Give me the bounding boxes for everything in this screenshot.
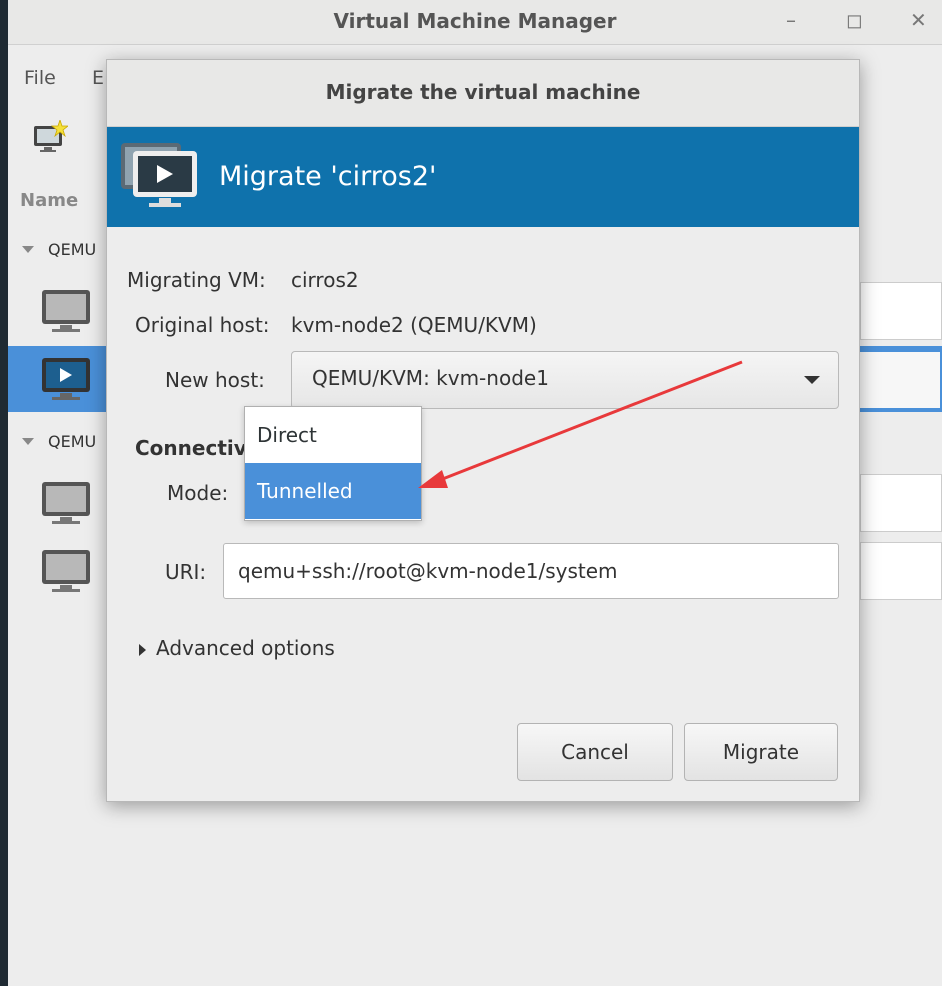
expander-down-icon[interactable] (22, 438, 34, 445)
new-host-label: New host: (165, 368, 265, 392)
connectivity-heading: Connectiv (135, 436, 247, 460)
column-header-name[interactable]: Name (20, 190, 78, 211)
menu-file[interactable]: File (24, 67, 56, 89)
uri-field[interactable] (223, 543, 839, 599)
connection-label: QEMU (48, 240, 97, 259)
dialog-titlebar: Migrate the virtual machine (107, 60, 859, 127)
original-host-value: kvm-node2 (QEMU/KVM) (291, 313, 537, 337)
mode-option-tunnelled[interactable]: Tunnelled (245, 463, 421, 519)
new-host-combobox[interactable]: QEMU/KVM: kvm-node1 (291, 351, 839, 409)
dialog-title: Migrate the virtual machine (325, 80, 641, 104)
mode-dropdown-popup: Direct Tunnelled (244, 406, 422, 521)
mode-option-label: Tunnelled (257, 479, 353, 503)
migrating-vm-value: cirros2 (291, 268, 359, 292)
migrate-dialog: Migrate the virtual machine Migrate 'cir… (106, 59, 860, 802)
new-vm-icon[interactable] (32, 120, 68, 156)
menu-edit[interactable]: E (92, 67, 104, 89)
desktop-edge (0, 0, 8, 986)
running-vm-icon (42, 358, 90, 400)
close-icon[interactable]: ✕ (910, 8, 927, 32)
vm-status-area (860, 474, 942, 532)
window-title: Virtual Machine Manager (333, 9, 617, 33)
expander-down-icon[interactable] (22, 246, 34, 253)
cancel-button[interactable]: Cancel (517, 723, 673, 781)
expander-right-icon (139, 643, 146, 656)
connection-label: QEMU (48, 432, 97, 451)
mode-option-label: Direct (257, 423, 317, 447)
monitor-icon (42, 550, 90, 592)
banner-heading: Migrate 'cirros2' (219, 161, 437, 192)
uri-input[interactable] (224, 544, 838, 598)
migrate-button[interactable]: Migrate (684, 723, 838, 781)
monitor-icon (42, 482, 90, 524)
original-host-label: Original host: (135, 313, 270, 337)
advanced-options-expander[interactable]: Advanced options (139, 636, 335, 660)
dialog-banner: Migrate 'cirros2' (107, 127, 859, 227)
vm-status-area (858, 350, 942, 410)
uri-label: URI: (165, 560, 207, 584)
vm-status-area (860, 542, 942, 600)
mode-option-direct[interactable]: Direct (245, 407, 421, 463)
vm-migrate-icon (121, 143, 197, 207)
monitor-icon (42, 290, 90, 332)
maximize-icon[interactable]: ◻ (846, 8, 863, 32)
dropdown-arrow-icon (804, 376, 820, 384)
minimize-icon[interactable]: – (786, 8, 796, 32)
vm-status-area (860, 282, 942, 340)
advanced-options-label: Advanced options (156, 636, 335, 660)
new-host-selected: QEMU/KVM: kvm-node1 (312, 366, 549, 390)
main-titlebar: Virtual Machine Manager – ◻ ✕ (8, 0, 942, 45)
migrating-vm-label: Migrating VM: (127, 268, 266, 292)
mode-label: Mode: (167, 481, 229, 505)
